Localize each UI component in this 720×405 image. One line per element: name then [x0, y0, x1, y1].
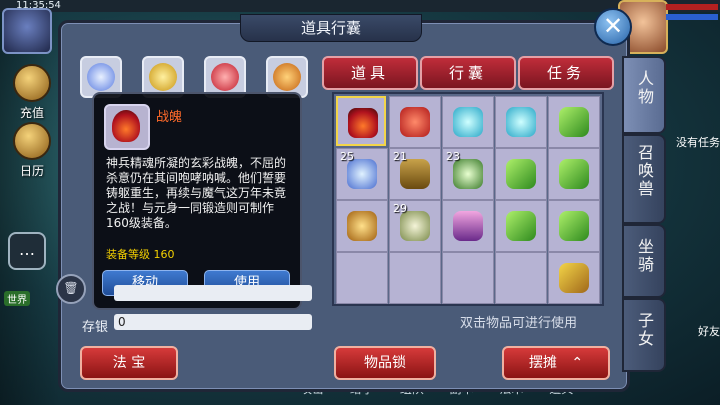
- crystal-icon: [87, 63, 115, 91]
- box-icon: [400, 159, 430, 189]
- fabao-button[interactable]: 法 宝: [80, 346, 178, 380]
- mp-bar: [666, 14, 718, 20]
- ruby-icon: [211, 63, 239, 91]
- potion-icon: [506, 107, 536, 137]
- recharge-button[interactable]: 充值: [4, 64, 60, 121]
- item-count: 29: [393, 202, 407, 215]
- hint-text: 双击物品可进行使用: [460, 316, 578, 331]
- item-count: 23: [446, 150, 460, 163]
- treasure-icon: [13, 64, 51, 102]
- bag-grid: 25 21 23 29: [332, 92, 604, 306]
- green-fan-icon: [559, 107, 589, 137]
- bag-cell[interactable]: 21: [389, 148, 441, 200]
- bag-cell[interactable]: [442, 252, 494, 304]
- calendar-icon: [13, 122, 51, 160]
- bag-cell[interactable]: [548, 96, 600, 148]
- bag-cell[interactable]: [336, 252, 388, 304]
- crystal-icon: [347, 159, 377, 189]
- gold-icon: [149, 63, 177, 91]
- trash-icon[interactable]: 🗑: [56, 274, 86, 304]
- potion-icon: [453, 107, 483, 137]
- bag-cell[interactable]: [495, 200, 547, 252]
- bag-cell[interactable]: [548, 148, 600, 200]
- item-icon: [104, 104, 150, 150]
- hp-bar: [666, 4, 718, 10]
- item-count: 25: [340, 150, 354, 163]
- savings-label: 存银: [82, 320, 109, 335]
- flag-icon: [559, 263, 589, 293]
- green-fan-icon: [559, 159, 589, 189]
- flame-soul-icon: [348, 108, 378, 138]
- bag-cell[interactable]: [548, 200, 600, 252]
- tab-character[interactable]: 人物: [622, 56, 666, 134]
- tab-mount[interactable]: 坐骑: [622, 224, 666, 298]
- bag-cell[interactable]: [389, 252, 441, 304]
- red-bag-icon: [400, 107, 430, 137]
- item-level: 装备等级 160: [106, 248, 175, 261]
- bag-cell[interactable]: 25: [336, 148, 388, 200]
- calendar-label: 日历: [19, 164, 44, 178]
- item-lock-button[interactable]: 物品锁: [334, 346, 436, 380]
- tab-children-label: 子女: [635, 312, 654, 348]
- task-tracker[interactable]: 没有任务: [660, 134, 720, 150]
- recharge-label: 充值: [19, 106, 44, 120]
- tab-mount-label: 坐骑: [635, 238, 654, 274]
- herb-icon: [453, 159, 483, 189]
- tab-pet-label: 召唤兽: [635, 144, 654, 198]
- bag-cell[interactable]: [389, 96, 441, 148]
- item-tooltip: 战魄 神兵精魂所凝的玄彩战魄，不屈的杀意仍在其间咆哮呐喊。他们誓要铸躯重生，再续…: [92, 92, 302, 310]
- tab-tasks[interactable]: 任务: [518, 56, 614, 90]
- stall-button[interactable]: 摆摊 ⌃: [502, 346, 610, 380]
- left-hud-shade: [0, 0, 60, 405]
- savings-field: 0: [114, 314, 312, 330]
- stall-label: 摆摊: [528, 355, 557, 371]
- bag-cell[interactable]: [495, 252, 547, 304]
- player-avatar[interactable]: [2, 8, 52, 54]
- tab-bag[interactable]: 行囊: [420, 56, 516, 90]
- item-name: 战魄: [156, 110, 183, 125]
- gift-box-icon: [453, 211, 483, 241]
- bag-cell[interactable]: [336, 200, 388, 252]
- bag-cell[interactable]: 23: [442, 148, 494, 200]
- bag-cell[interactable]: [548, 252, 600, 304]
- flame-soul-icon: [112, 110, 140, 142]
- tab-items[interactable]: 道具: [322, 56, 418, 90]
- necklace-icon: [273, 63, 301, 91]
- chat-button[interactable]: …: [8, 232, 46, 270]
- green-fan-icon: [506, 159, 536, 189]
- calendar-button[interactable]: 日历: [4, 122, 60, 179]
- bag-cell[interactable]: [442, 96, 494, 148]
- hat-icon: [347, 211, 377, 241]
- item-description: 神兵精魂所凝的玄彩战魄，不屈的杀意仍在其间咆哮呐喊。他们誓要铸躯重生，再续与魔气…: [106, 156, 287, 230]
- bag-cell[interactable]: [442, 200, 494, 252]
- cash-field: [114, 285, 312, 301]
- bag-cell[interactable]: [336, 96, 386, 146]
- bag-cell[interactable]: [495, 148, 547, 200]
- tab-pet[interactable]: 召唤兽: [622, 134, 666, 224]
- chevron-up-icon: ⌃: [571, 355, 584, 371]
- green-fan-icon: [506, 211, 536, 241]
- dumpling-icon: [400, 211, 430, 241]
- close-button[interactable]: ✕: [594, 8, 632, 46]
- green-fan-icon: [559, 211, 589, 241]
- panel-title: 道具行囊: [240, 14, 422, 42]
- world-channel-tag[interactable]: 世界: [4, 291, 30, 306]
- item-count: 21: [393, 150, 407, 163]
- tab-children[interactable]: 子女: [622, 298, 666, 372]
- friends-button[interactable]: 好友: [660, 323, 720, 339]
- bag-cell[interactable]: 29: [389, 200, 441, 252]
- tab-character-label: 人物: [635, 70, 654, 106]
- bag-cell[interactable]: [495, 96, 547, 148]
